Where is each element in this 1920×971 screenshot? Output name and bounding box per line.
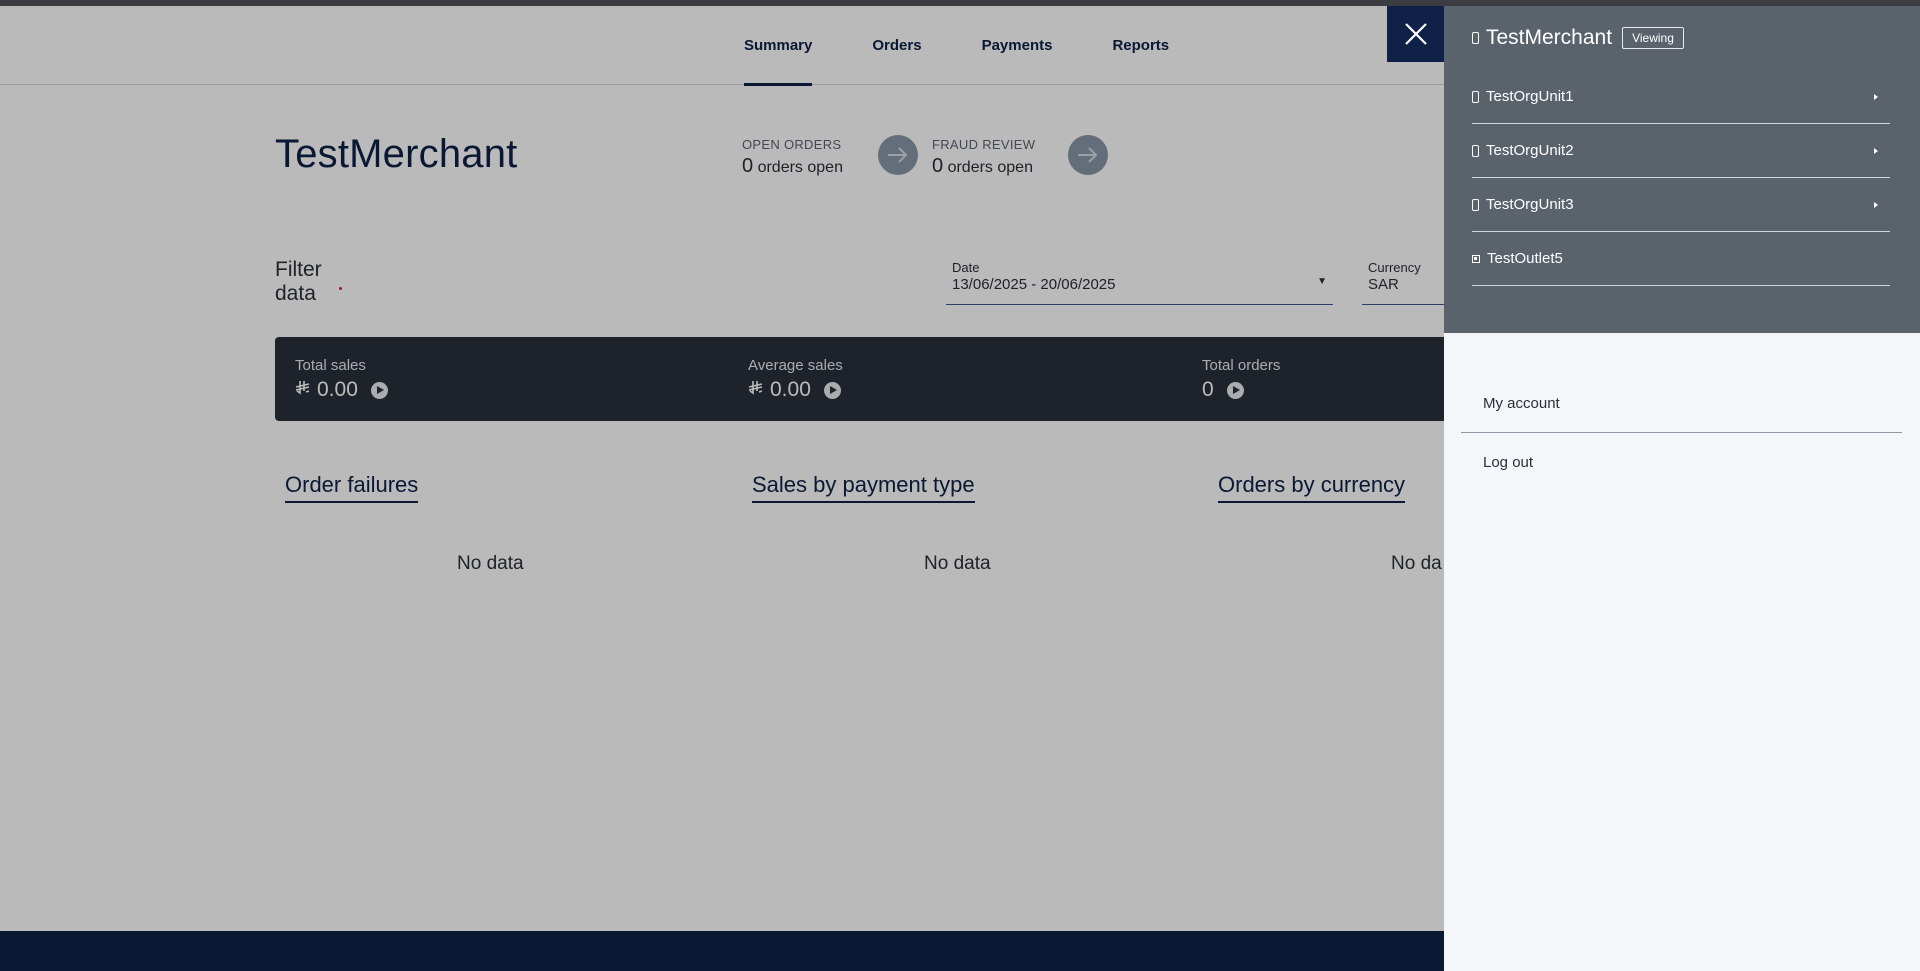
org-item-testorgunit2[interactable]: TestOrgUnit2	[1472, 124, 1890, 178]
device-icon	[1472, 32, 1479, 44]
chevron-right-icon	[1874, 148, 1878, 154]
chevron-right-icon	[1874, 94, 1878, 100]
device-icon	[1472, 90, 1479, 103]
org-tree-panel: TestMerchant Viewing TestOrgUnit1 TestOr…	[1444, 6, 1920, 333]
current-org: TestMerchant Viewing	[1472, 26, 1684, 50]
viewing-badge: Viewing	[1622, 27, 1684, 49]
org-switcher-drawer: TestMerchant Viewing TestOrgUnit1 TestOr…	[1444, 6, 1920, 971]
org-item-testoutlet5[interactable]: TestOutlet5	[1472, 232, 1890, 286]
current-org-name: TestMerchant	[1486, 26, 1613, 49]
chevron-right-icon	[1874, 202, 1878, 208]
org-item-testorgunit3[interactable]: TestOrgUnit3	[1472, 178, 1890, 232]
my-account-link[interactable]: My account	[1461, 374, 1902, 432]
close-button[interactable]	[1387, 6, 1444, 62]
log-out-link[interactable]: Log out	[1461, 433, 1902, 491]
close-icon	[1404, 23, 1427, 45]
device-icon	[1472, 144, 1479, 157]
outlet-icon	[1472, 254, 1480, 263]
device-icon	[1472, 198, 1479, 211]
org-item-testorgunit1[interactable]: TestOrgUnit1	[1472, 70, 1890, 124]
